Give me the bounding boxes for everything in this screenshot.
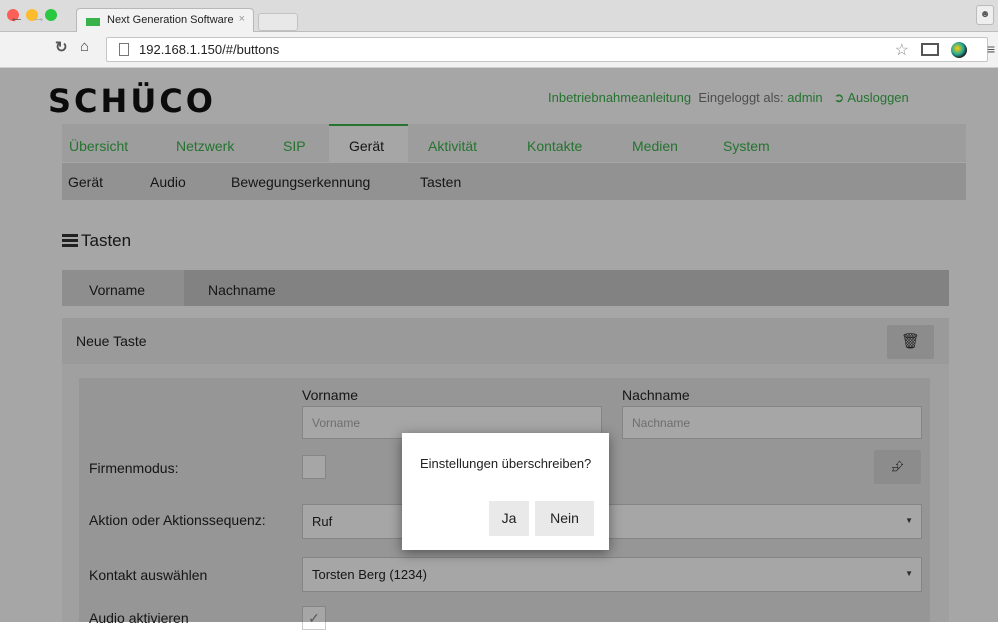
reload-icon[interactable]: ↻ — [55, 38, 68, 56]
cast-icon[interactable] — [921, 43, 939, 56]
back-icon[interactable]: ← — [9, 9, 24, 26]
tab-title: Next Generation Software — [107, 14, 234, 26]
tab-close-icon[interactable]: × — [239, 13, 245, 25]
browser-tab[interactable]: Next Generation Software × — [76, 8, 254, 33]
new-tab-button[interactable] — [258, 13, 298, 31]
forward-icon[interactable]: → — [31, 9, 46, 26]
dialog-message: Einstellungen überschreiben? — [420, 456, 592, 471]
star-icon[interactable]: ☆ — [895, 40, 909, 60]
no-button[interactable]: Nein — [535, 501, 594, 536]
favicon-icon — [86, 18, 100, 26]
page-icon — [119, 43, 129, 56]
home-icon[interactable]: ⌂ — [80, 38, 89, 55]
user-profile-icon[interactable]: ☻ — [976, 5, 994, 25]
menu-icon[interactable]: ≡ — [987, 41, 995, 57]
yes-button[interactable]: Ja — [489, 501, 529, 536]
extension-icon[interactable] — [951, 42, 967, 58]
url-text: 192.168.1.150/#/buttons — [139, 42, 280, 57]
address-bar[interactable]: 192.168.1.150/#/buttons ☆ — [106, 37, 988, 62]
maximize-window-button[interactable] — [45, 9, 57, 21]
confirm-dialog: Einstellungen überschreiben? Ja Nein — [402, 433, 609, 550]
